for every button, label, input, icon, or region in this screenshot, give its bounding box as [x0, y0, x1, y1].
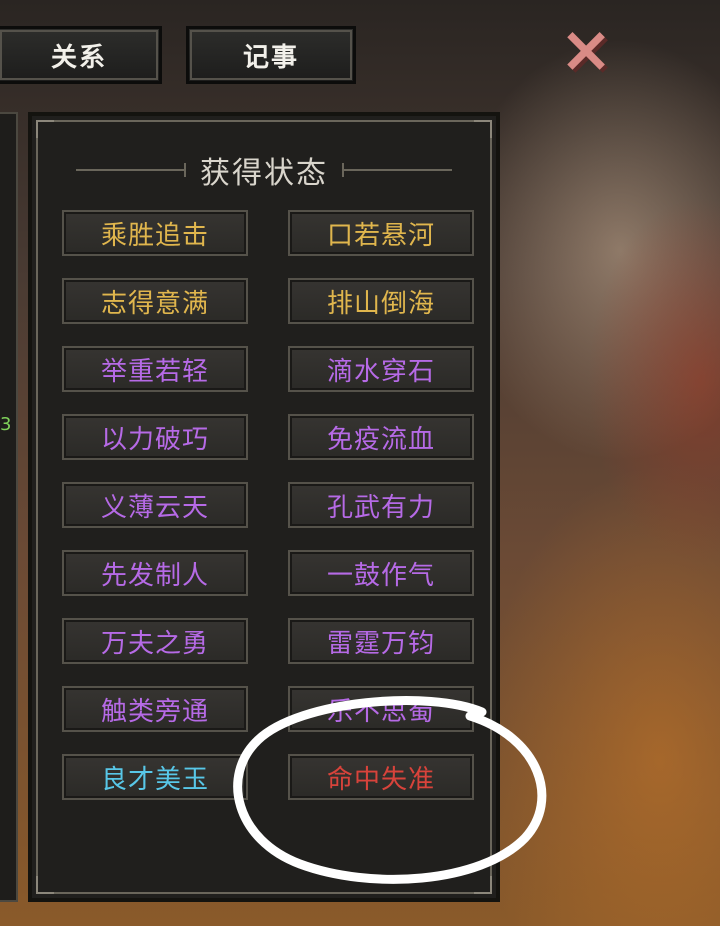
- status-button[interactable]: 雷霆万钧: [288, 618, 474, 664]
- status-button[interactable]: 先发制人: [62, 550, 248, 596]
- status-label: 命中失准: [326, 764, 435, 795]
- side-value: 3: [0, 414, 12, 435]
- status-button[interactable]: 义薄云天: [62, 482, 248, 528]
- status-button[interactable]: 免疫流血: [288, 414, 474, 460]
- corner-ornament: [36, 876, 54, 894]
- status-button[interactable]: 触类旁通: [62, 686, 248, 732]
- panel-title: 获得状态: [200, 156, 328, 191]
- status-label: 一鼓作气: [326, 560, 435, 591]
- status-button[interactable]: 良才美玉: [62, 754, 248, 800]
- status-button[interactable]: 命中失准: [288, 754, 474, 800]
- tab-relations-label: 关系: [50, 42, 107, 73]
- status-label: 义薄云天: [100, 492, 209, 523]
- status-button[interactable]: 志得意满: [62, 278, 248, 324]
- panel-title-row: 获得状态: [32, 146, 496, 194]
- status-label: 排山倒海: [326, 288, 435, 319]
- status-label: 孔武有力: [326, 492, 435, 523]
- status-button[interactable]: 乘胜追击: [62, 210, 248, 256]
- status-label: 雷霆万钧: [326, 628, 435, 659]
- status-button[interactable]: 举重若轻: [62, 346, 248, 392]
- corner-ornament: [36, 120, 54, 138]
- status-label: 以力破巧: [100, 424, 209, 455]
- corner-ornament: [474, 120, 492, 138]
- status-button[interactable]: 乐不思蜀: [288, 686, 474, 732]
- status-button[interactable]: 排山倒海: [288, 278, 474, 324]
- left-side-panel-edge: [0, 112, 18, 902]
- status-label: 志得意满: [100, 288, 209, 319]
- status-label: 举重若轻: [100, 356, 209, 387]
- status-label: 万夫之勇: [100, 628, 209, 659]
- status-label: 良才美玉: [100, 764, 209, 795]
- close-icon[interactable]: ×: [550, 16, 622, 84]
- status-button[interactable]: 孔武有力: [288, 482, 474, 528]
- status-button[interactable]: 一鼓作气: [288, 550, 474, 596]
- tab-notes[interactable]: 记事: [186, 26, 356, 84]
- status-label: 触类旁通: [100, 696, 209, 727]
- divider: [342, 163, 452, 177]
- tab-notes-label: 记事: [242, 42, 299, 73]
- status-label: 免疫流血: [326, 424, 435, 455]
- tab-relations[interactable]: 关系: [0, 26, 162, 84]
- status-button[interactable]: 滴水穿石: [288, 346, 474, 392]
- status-label: 乘胜追击: [100, 220, 209, 251]
- divider: [76, 163, 186, 177]
- status-panel: 获得状态 乘胜追击 口若悬河志得意满 排山倒海举重若轻 滴水穿石以力破巧 免疫流血义薄云…: [28, 112, 500, 902]
- status-label: 滴水穿石: [326, 356, 435, 387]
- status-button[interactable]: 以力破巧: [62, 414, 248, 460]
- corner-ornament: [474, 876, 492, 894]
- status-label: 先发制人: [100, 560, 209, 591]
- status-button[interactable]: 万夫之勇: [62, 618, 248, 664]
- status-label: 口若悬河: [326, 220, 435, 251]
- status-grid: 乘胜追击 口若悬河志得意满 排山倒海举重若轻 滴水穿石以力破巧 免疫流血义薄云天 孔武有力…: [62, 210, 474, 800]
- status-button[interactable]: 口若悬河: [288, 210, 474, 256]
- status-label: 乐不思蜀: [326, 696, 435, 727]
